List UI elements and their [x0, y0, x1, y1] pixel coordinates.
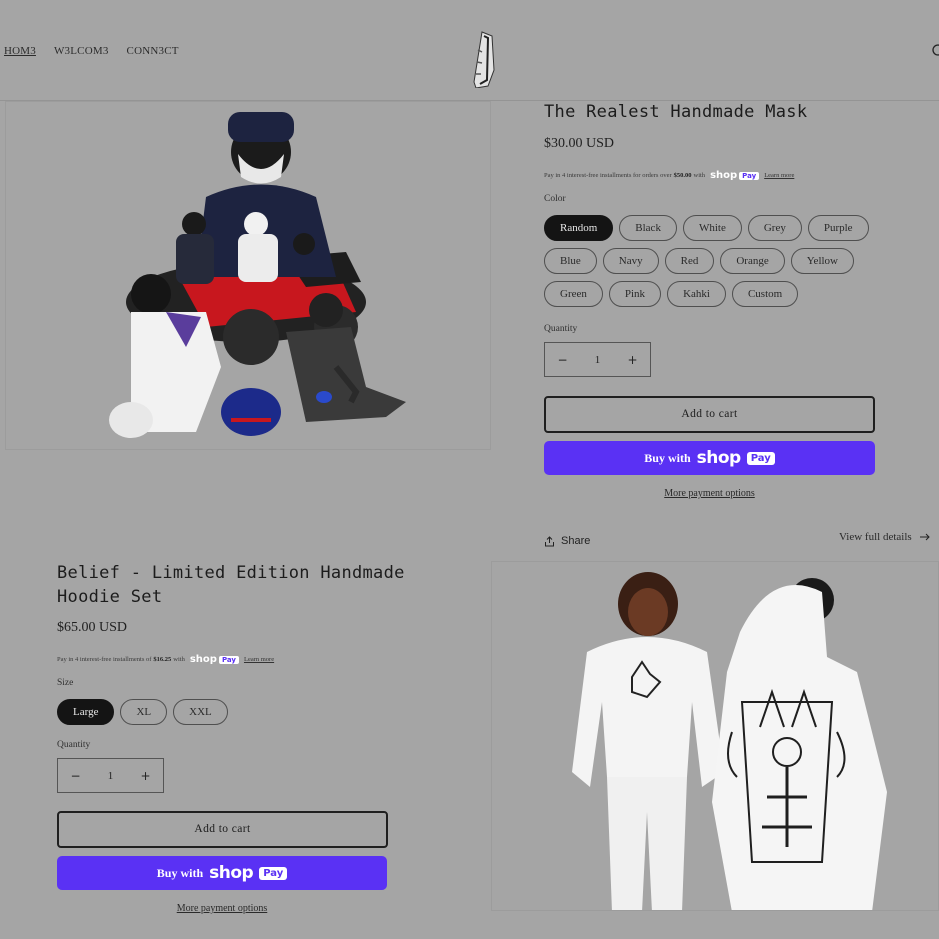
learn-more-link[interactable]: Learn more [764, 172, 794, 179]
plus-icon[interactable]: + [615, 353, 650, 367]
product-title-mask: The Realest Handmade Mask [544, 102, 808, 122]
color-option[interactable]: Black [619, 215, 677, 241]
plus-icon[interactable]: + [128, 769, 163, 783]
installments-amount: $16.25 [153, 656, 172, 663]
search-icon[interactable] [929, 44, 939, 58]
size-option[interactable]: Large [57, 699, 115, 725]
color-option[interactable]: Green [544, 281, 603, 307]
color-option[interactable]: Grey [747, 215, 802, 241]
size-options: Large XL XXL [57, 699, 357, 725]
installments-amount: $50.00 [673, 172, 692, 179]
quantity-input[interactable]: 1 [93, 770, 128, 782]
color-option[interactable]: White [682, 215, 742, 241]
shop-pay-logo: shop Pay [190, 654, 239, 665]
share-icon [545, 535, 554, 546]
installments-text: Pay in 4 interest-free installments for … [544, 170, 794, 181]
color-label: Color [544, 194, 566, 204]
quantity-input[interactable]: 1 [580, 354, 615, 366]
installments-with: with [173, 656, 185, 663]
quantity-stepper: − 1 + [544, 342, 651, 377]
site-header: HOM3 W3LCOM3 CONN3CT [0, 0, 939, 101]
buy-with-label: Buy with [644, 450, 691, 465]
view-full-details-link[interactable]: View full details [839, 531, 930, 543]
hoodie-product-photo [572, 572, 887, 910]
add-to-cart-button[interactable]: Add to cart [544, 396, 875, 433]
installments-text: Pay in 4 interest-free installments of $… [57, 654, 274, 665]
color-option[interactable]: Pink [608, 281, 662, 307]
view-full-label: View full details [839, 531, 912, 543]
shop-logo-text: shop [696, 448, 742, 468]
learn-more-link[interactable]: Learn more [244, 656, 274, 663]
buy-with-shop-pay-button[interactable]: Buy with shop Pay [544, 441, 875, 475]
shop-logo-text: shop [209, 863, 254, 883]
color-option[interactable]: Kahki [667, 281, 726, 307]
pay-badge: Pay [259, 866, 288, 880]
color-option[interactable]: Purple [807, 215, 869, 241]
product-image-hoodie[interactable] [491, 561, 939, 911]
nav-home[interactable]: HOM3 [4, 45, 36, 57]
nav-welcome[interactable]: W3LCOM3 [54, 45, 109, 57]
arrow-right-icon [919, 533, 930, 541]
installments-prefix: Pay in 4 interest-free installments for … [544, 172, 672, 179]
product-image-mask[interactable] [5, 101, 491, 450]
size-option[interactable]: XL [120, 699, 168, 725]
nav-connect[interactable]: CONN3CT [127, 45, 179, 57]
product-title-hoodie: Belief - Limited Edition Handmade Hoodie… [57, 563, 405, 607]
minus-icon[interactable]: − [545, 353, 580, 367]
shop-pay-logo: shop Pay [710, 170, 760, 181]
buy-with-shop-pay-button[interactable]: Buy with shop Pay [57, 856, 387, 890]
color-option[interactable]: Custom [731, 281, 799, 307]
color-option[interactable]: Navy [602, 248, 659, 274]
pay-badge: Pay [746, 451, 775, 465]
color-option[interactable]: Yellow [790, 248, 854, 274]
quantity-stepper: − 1 + [57, 758, 164, 793]
mask-logo-icon[interactable] [472, 30, 498, 88]
color-option[interactable]: Red [664, 248, 715, 274]
more-payment-options-link[interactable]: More payment options [57, 903, 387, 914]
main-nav: HOM3 W3LCOM3 CONN3CT [4, 45, 179, 57]
color-option[interactable]: Orange [720, 248, 785, 274]
color-options: Random Black White Grey Purple Blue Navy… [544, 215, 889, 307]
quantity-label: Quantity [57, 740, 91, 750]
quantity-label: Quantity [544, 324, 578, 334]
product-price-hoodie: $65.00 USD [57, 620, 128, 635]
size-label: Size [57, 678, 74, 688]
color-option[interactable]: Random [544, 215, 614, 241]
mask-product-photo [109, 112, 406, 438]
share-button[interactable]: Share [544, 535, 590, 547]
product-price-mask: $30.00 USD [544, 136, 615, 151]
color-option[interactable]: Blue [544, 248, 597, 274]
minus-icon[interactable]: − [58, 769, 93, 783]
size-option[interactable]: XXL [173, 699, 228, 725]
more-payment-options-link[interactable]: More payment options [544, 488, 875, 499]
buy-with-label: Buy with [156, 865, 204, 880]
installments-prefix: Pay in 4 interest-free installments of [57, 656, 152, 663]
share-label: Share [561, 535, 591, 547]
installments-with: with [693, 172, 706, 179]
add-to-cart-button[interactable]: Add to cart [57, 811, 388, 848]
